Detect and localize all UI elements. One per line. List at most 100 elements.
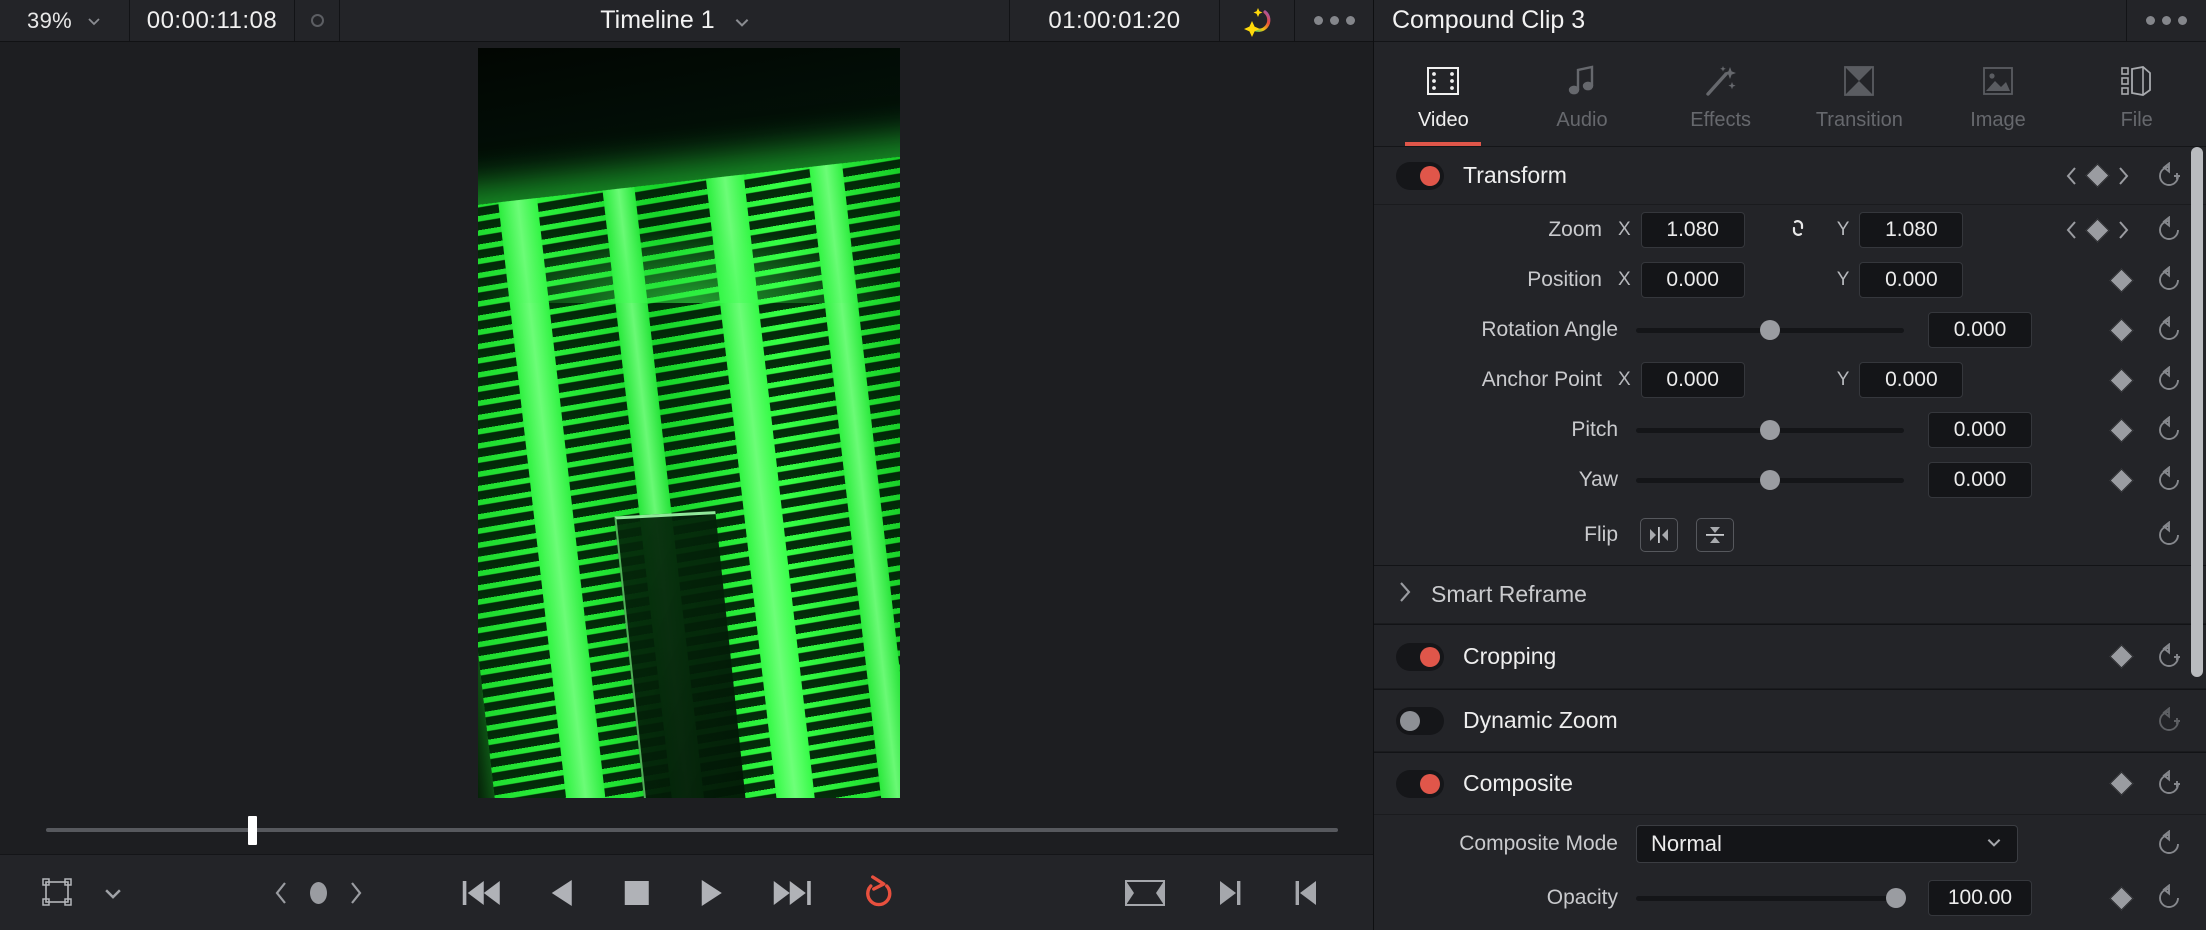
section-header-composite[interactable]: Composite <box>1374 753 2206 815</box>
chevron-down-icon[interactable] <box>733 13 749 29</box>
position-x-input[interactable]: 0.000 <box>1640 262 1745 298</box>
smart-reframe-title: Smart Reframe <box>1431 581 1587 607</box>
fast-forward-icon[interactable] <box>771 877 813 909</box>
go-to-in-point-icon[interactable] <box>1293 878 1319 908</box>
transform-enable-toggle[interactable] <box>1396 161 1444 190</box>
rotation-angle-slider[interactable] <box>1636 319 1904 340</box>
cropping-enable-toggle[interactable] <box>1396 642 1444 671</box>
position-y-input[interactable]: 0.000 <box>1859 262 1964 298</box>
yaw-input[interactable]: 0.000 <box>1928 462 2032 498</box>
pitch-slider[interactable] <box>1636 419 1904 440</box>
composite-mode-select[interactable]: Normal <box>1636 825 2018 863</box>
pitch-input[interactable]: 0.000 <box>1928 412 2032 448</box>
viewer-options-button[interactable] <box>1295 0 1373 41</box>
play-icon[interactable] <box>698 877 724 909</box>
music-note-icon <box>1566 58 1598 104</box>
reset-icon[interactable] <box>2156 416 2184 444</box>
composite-enable-toggle[interactable] <box>1396 769 1444 798</box>
keyframe-diamond-icon[interactable] <box>2109 267 2134 293</box>
section-header-dynamic-zoom[interactable]: Dynamic Zoom <box>1374 690 2206 752</box>
keyframe-diamond-icon[interactable] <box>2109 317 2134 343</box>
reset-icon[interactable] <box>2156 521 2184 549</box>
scrubber-track[interactable] <box>46 828 1338 832</box>
keyframe-oval-icon[interactable] <box>310 881 327 904</box>
inspector-options-button[interactable] <box>2126 0 2206 41</box>
section-header-smart-reframe[interactable]: Smart Reframe <box>1374 566 2206 624</box>
keyframe-diamond-icon[interactable] <box>2109 367 2134 393</box>
keyframe-diamond-icon[interactable] <box>2085 163 2110 188</box>
reset-add-icon[interactable] <box>2156 642 2184 671</box>
playhead-handle[interactable] <box>248 816 257 845</box>
keyframe-diamond-icon[interactable] <box>2109 771 2134 796</box>
zoom-keyframe-nav[interactable] <box>2065 217 2130 243</box>
chevron-right-icon[interactable] <box>1396 580 1414 609</box>
inspector-scrollbar[interactable] <box>2191 147 2203 677</box>
opacity-slider[interactable] <box>1636 887 1906 908</box>
reset-icon[interactable] <box>2156 216 2184 244</box>
keyframe-diamond-icon[interactable] <box>2109 644 2134 669</box>
transform-keyframe-nav[interactable] <box>2065 163 2130 188</box>
link-icon[interactable] <box>1785 215 1811 246</box>
keyframe-diamond-icon[interactable] <box>2109 417 2134 443</box>
mark-in-out-icon[interactable] <box>1123 878 1167 908</box>
tab-transition[interactable]: Transition <box>1790 42 1929 146</box>
tab-effects[interactable]: Effects <box>1651 42 1790 146</box>
row-composite-mode: Composite Mode Normal <box>1374 815 2206 873</box>
go-to-out-point-icon[interactable] <box>1217 878 1243 908</box>
reset-icon[interactable] <box>2156 266 2184 294</box>
flip-horizontal-icon[interactable] <box>1640 518 1678 552</box>
position-y-axis-label: Y <box>1836 269 1850 290</box>
reset-icon[interactable] <box>2156 884 2184 912</box>
tab-image[interactable]: Image <box>1929 42 2068 146</box>
loop-icon[interactable] <box>860 874 896 912</box>
reset-icon[interactable] <box>2156 466 2184 494</box>
dynamic-zoom-enable-toggle[interactable] <box>1396 706 1444 735</box>
keyframe-diamond-icon[interactable] <box>2085 217 2110 243</box>
duration-timecode[interactable]: 01:00:01:20 <box>1010 0 1220 41</box>
anchor-y-input[interactable]: 0.000 <box>1859 362 1964 398</box>
keyframe-diamond-icon[interactable] <box>2109 467 2134 493</box>
row-opacity: Opacity 100.00 <box>1374 873 2206 923</box>
current-timecode[interactable]: 00:00:11:08 <box>130 0 295 41</box>
opacity-input[interactable]: 100.00 <box>1928 880 2032 916</box>
record-indicator[interactable] <box>295 0 340 41</box>
play-reverse-icon[interactable] <box>548 877 574 909</box>
zoom-level-control[interactable]: 39% <box>0 0 130 41</box>
anchor-x-input[interactable]: 0.000 <box>1640 362 1745 398</box>
tab-image-label: Image <box>1970 109 2026 131</box>
prev-keyframe-icon[interactable] <box>272 880 290 906</box>
ai-magic-button[interactable] <box>1220 0 1295 41</box>
tab-audio[interactable]: Audio <box>1513 42 1652 146</box>
reset-add-icon[interactable] <box>2156 706 2184 735</box>
reset-add-icon[interactable] <box>2156 769 2184 798</box>
chevron-down-icon[interactable] <box>86 13 102 29</box>
tab-file[interactable]: File <box>2067 42 2206 146</box>
section-header-transform[interactable]: Transform <box>1374 147 2206 205</box>
row-yaw: Yaw 0.000 <box>1374 455 2206 505</box>
anchor-y-axis-label: Y <box>1836 369 1850 390</box>
inspector-content: Transform Zoom X 1.080 Y 1.080 Position … <box>1374 147 2206 930</box>
reset-icon[interactable] <box>2156 366 2184 394</box>
flip-vertical-icon[interactable] <box>1696 518 1734 552</box>
viewer-scrubber[interactable] <box>0 806 1373 854</box>
reset-icon[interactable] <box>2156 830 2184 858</box>
more-options-icon <box>2178 16 2187 25</box>
transform-tool-icon[interactable] <box>40 877 74 909</box>
rotation-angle-input[interactable]: 0.000 <box>1928 312 2032 348</box>
zoom-y-input[interactable]: 1.080 <box>1859 212 1964 248</box>
stop-icon[interactable] <box>621 878 651 908</box>
chevron-down-icon[interactable] <box>102 882 124 904</box>
reset-icon[interactable] <box>2156 316 2184 344</box>
zoom-level-value: 39% <box>27 7 72 33</box>
reset-add-icon[interactable] <box>2156 161 2184 190</box>
duration-timecode-value: 01:00:01:20 <box>1048 6 1181 34</box>
next-keyframe-icon[interactable] <box>347 880 365 906</box>
yaw-slider[interactable] <box>1636 469 1904 490</box>
tab-video[interactable]: Video <box>1374 42 1513 146</box>
jump-to-start-icon[interactable] <box>459 877 501 909</box>
zoom-x-input[interactable]: 1.080 <box>1640 212 1745 248</box>
section-header-cropping[interactable]: Cropping <box>1374 625 2206 689</box>
keyframe-diamond-icon[interactable] <box>2109 885 2134 911</box>
timeline-title-selector[interactable]: Timeline 1 <box>340 0 1010 41</box>
video-preview-area[interactable] <box>0 42 1373 806</box>
